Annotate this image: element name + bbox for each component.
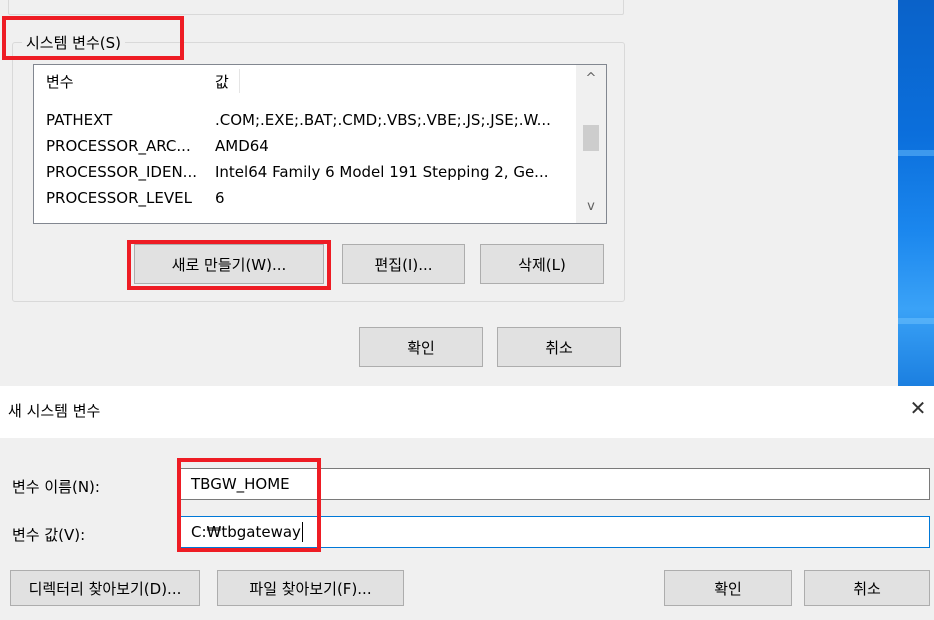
text-caret	[301, 522, 303, 542]
browse-file-button[interactable]: 파일 찾아보기(F)...	[217, 570, 404, 606]
user-variables-group-edge	[8, 0, 624, 15]
row-name: PROCESSOR_IDEN...	[46, 163, 197, 181]
system-variables-list[interactable]: 변수 값 PATHEXT .COM;.EXE;.BAT;.CMD;.VBS;.V…	[33, 64, 607, 224]
table-row[interactable]: PROCESSOR_IDEN... Intel64 Family 6 Model…	[34, 159, 574, 187]
table-row[interactable]: PATHEXT .COM;.EXE;.BAT;.CMD;.VBS;.VBE;.J…	[34, 107, 574, 135]
variable-name-field[interactable]: TBGW_HOME	[180, 468, 930, 500]
scroll-up-icon[interactable]: ^	[576, 71, 606, 86]
new-var-cancel-button[interactable]: 취소	[804, 570, 930, 606]
variable-name-value: TBGW_HOME	[191, 475, 290, 493]
column-header-variable[interactable]: 변수	[46, 71, 74, 92]
delete-variable-button[interactable]: 삭제(L)	[480, 244, 604, 284]
variable-value-value: C:₩tbgateway	[191, 523, 301, 541]
desktop-wallpaper	[898, 0, 934, 386]
dialog-title: 새 시스템 변수	[8, 402, 101, 420]
row-name: PROCESSOR_LEVEL	[46, 189, 192, 207]
edit-variable-button[interactable]: 편집(I)...	[342, 244, 465, 284]
row-value: 6	[215, 189, 225, 207]
new-var-ok-button[interactable]: 확인	[664, 570, 792, 606]
table-row[interactable]: PROCESSOR_ARC... AMD64	[34, 133, 574, 161]
row-name: PROCESSOR_ARC...	[46, 137, 191, 155]
row-value: Intel64 Family 6 Model 191 Stepping 2, G…	[215, 163, 549, 181]
variable-value-field[interactable]: C:₩tbgateway	[180, 516, 930, 548]
row-value: .COM;.EXE;.BAT;.CMD;.VBS;.VBE;.JS;.JSE;.…	[215, 111, 551, 129]
wallpaper-streak	[898, 150, 934, 156]
system-variables-label: 시스템 변수(S)	[22, 32, 125, 53]
environment-variables-dialog: 시스템 변수(S) 변수 값 PATHEXT .COM;.EXE;.BAT;.C…	[0, 0, 898, 386]
env-ok-button[interactable]: 확인	[359, 327, 483, 367]
close-icon[interactable]: ✕	[906, 396, 930, 420]
variable-name-label: 변수 이름(N):	[12, 478, 100, 496]
column-separator[interactable]	[239, 69, 240, 93]
variable-value-label: 변수 값(V):	[12, 526, 86, 544]
row-value: AMD64	[215, 137, 269, 155]
row-name: PATHEXT	[46, 111, 113, 129]
env-cancel-button[interactable]: 취소	[497, 327, 621, 367]
wallpaper-streak	[898, 318, 934, 324]
browse-directory-button[interactable]: 디렉터리 찾아보기(D)...	[10, 570, 200, 606]
scroll-thumb[interactable]	[583, 125, 599, 151]
column-header-value[interactable]: 값	[215, 71, 229, 92]
list-scrollbar[interactable]: ^ v	[576, 65, 606, 223]
table-row[interactable]: PROCESSOR_LEVEL 6	[34, 185, 574, 213]
scroll-down-icon[interactable]: v	[576, 199, 606, 214]
new-variable-button[interactable]: 새로 만들기(W)...	[134, 244, 324, 284]
